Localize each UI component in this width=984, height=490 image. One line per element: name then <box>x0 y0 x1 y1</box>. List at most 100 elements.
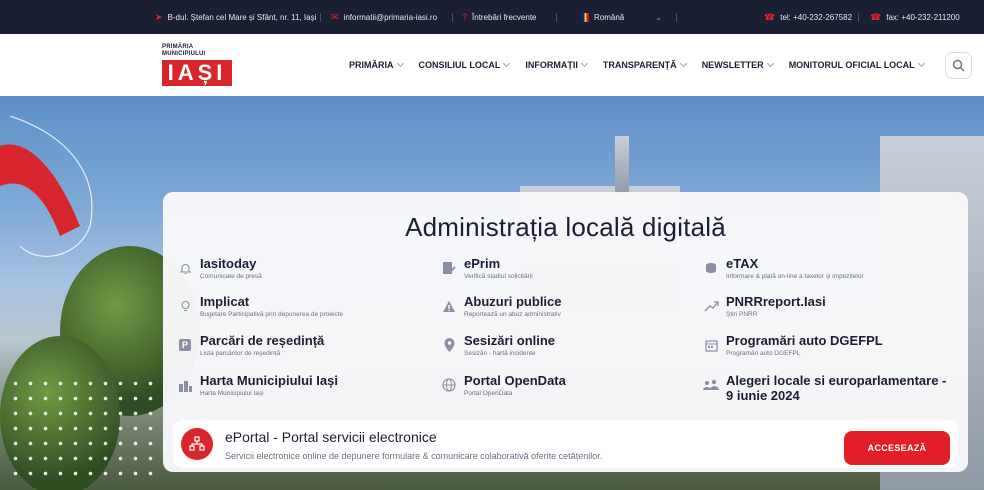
nav-label: MONITORUL OFICIAL LOCAL <box>788 60 915 70</box>
email-text: informatii@primaria-iasi.ro <box>343 12 438 22</box>
divider <box>452 13 453 22</box>
nav-primaria[interactable]: PRIMĂRIA <box>349 59 404 70</box>
nav-label: TRANSPARENȚĂ <box>602 60 677 70</box>
language-select[interactable]: Română ⌄ <box>582 0 662 34</box>
service-title: Abuzuri publice <box>464 294 562 309</box>
service-eprim[interactable]: ePrim Verifică stadiul solicitării <box>441 256 533 280</box>
phone-icon: ☎ <box>764 11 776 22</box>
service-implicat[interactable]: Implicat Bugetare Participativă prin depu… <box>177 294 343 318</box>
lightbulb-icon <box>177 298 193 314</box>
service-subtitle: Știri PNRR <box>726 311 758 318</box>
city-icon <box>177 377 193 393</box>
globe-icon <box>441 377 457 393</box>
service-pnrr[interactable]: PNRRreport.Iasi Știri PNRR <box>703 294 826 318</box>
service-abuzuri[interactable]: Abuzuri publice Reportează un abuz admini… <box>441 294 562 318</box>
fax-icon: ☎ <box>870 11 882 22</box>
access-button[interactable]: ACCESEAZĂ <box>844 431 950 465</box>
red-brush-decoration <box>0 116 93 257</box>
card-title: Administrația locală digitală <box>405 212 726 242</box>
people-icon <box>703 377 719 393</box>
bell-icon <box>177 260 193 276</box>
service-harta[interactable]: Harta Municipiului Iași Harta Municipiulu… <box>177 373 338 397</box>
network-icon <box>181 428 213 460</box>
service-title: Implicat <box>200 294 250 309</box>
service-title: Iasitoday <box>200 256 257 271</box>
service-alegeri[interactable]: Alegeri locale si europarlamentare - 9 i… <box>703 373 953 403</box>
address-text: B-dul. Ștefan cel Mare și Sfânt, nr. 11,… <box>167 12 317 22</box>
service-parcari[interactable]: P Parcări de reședință Lista parcărilor d… <box>177 333 324 357</box>
nav-label: INFORMAȚII <box>525 60 578 70</box>
language-text: Română <box>594 12 625 22</box>
logo-line2: MUNICIPIULUI <box>162 51 206 57</box>
chevron-down-icon <box>917 59 925 68</box>
service-title: Parcări de reședință <box>200 333 325 348</box>
service-subtitle: Lista parcărilor de reședință <box>200 350 281 357</box>
nav-transparenta[interactable]: TRANSPARENȚĂ <box>602 59 687 70</box>
nav-label: NEWSLETTER <box>701 60 764 70</box>
dot-pattern-decoration <box>8 376 158 486</box>
main-header: PRIMĂRIA MUNICIPIULUI IAȘI PRIMĂRIA CONS… <box>0 34 984 96</box>
service-subtitle: Portal OpenData <box>464 390 513 397</box>
coins-icon <box>703 260 719 276</box>
service-programari[interactable]: Programări auto DGEFPL Programări auto DG… <box>703 333 883 357</box>
nav-consiliul-local[interactable]: CONSILIUL LOCAL <box>418 59 511 70</box>
divider <box>676 13 677 22</box>
service-etax[interactable]: eTAX Informare & plată on-line a taxelor … <box>703 256 864 280</box>
location-arrow-icon: ➤ <box>155 11 163 22</box>
chevron-down-icon <box>580 59 588 68</box>
divider <box>556 13 557 22</box>
nav-monitorul-oficial[interactable]: MONITORUL OFICIAL LOCAL <box>788 59 925 70</box>
chevron-down-icon <box>766 59 774 68</box>
service-title: PNRRreport.Iasi <box>726 294 826 309</box>
service-subtitle: Verifică stadiul solicitării <box>464 273 533 280</box>
search-button[interactable] <box>945 52 972 79</box>
service-subtitle: Informare & plată on-line a taxelor și i… <box>726 273 864 280</box>
calendar-icon <box>703 337 719 353</box>
nav-label: CONSILIUL LOCAL <box>418 60 501 70</box>
eportal-banner: ePortal - Portal servicii electronice Se… <box>173 420 958 468</box>
service-subtitle: Harta Municipiului Iași <box>200 390 264 397</box>
portal-subtitle: Servicii electronice online de depunere … <box>225 451 603 461</box>
parking-icon: P <box>177 337 193 353</box>
chevron-down-icon <box>396 59 404 68</box>
divider <box>320 13 321 22</box>
portal-title: ePortal - Portal servicii electronice <box>225 429 437 445</box>
service-opendata[interactable]: Portal OpenData Portal OpenData <box>441 373 566 397</box>
service-iasitoday[interactable]: Iasitoday Comunicate de presă <box>177 256 262 280</box>
service-subtitle: Bugetare Participativă prin depunerea de… <box>200 311 344 318</box>
service-title: Programări auto DGEFPL <box>726 333 883 348</box>
nav-newsletter[interactable]: NEWSLETTER <box>701 59 774 70</box>
logo[interactable]: PRIMĂRIA MUNICIPIULUI IAȘI <box>162 44 232 86</box>
palace-spire <box>615 136 629 196</box>
phone-text: tel: +40-232-267582 <box>780 12 853 22</box>
phone-link[interactable]: ☎ tel: +40-232-267582 <box>764 0 852 34</box>
top-bar: ➤ B-dul. Ștefan cel Mare și Sfânt, nr. 1… <box>0 0 984 34</box>
service-subtitle: Comunicate de presă <box>200 273 262 280</box>
nav-informatii[interactable]: INFORMAȚII <box>525 59 588 70</box>
romania-flag-icon <box>582 12 589 22</box>
warning-icon <box>441 298 457 314</box>
service-title: eTAX <box>726 256 759 271</box>
service-title: Harta Municipiului Iași <box>200 373 338 388</box>
logo-line1: PRIMĂRIA <box>162 44 194 50</box>
chevron-down-icon <box>679 59 687 68</box>
question-icon: ? <box>462 12 468 22</box>
logo-wordmark: IAȘI <box>162 60 232 86</box>
service-title: Sesizări online <box>464 333 556 348</box>
address-link[interactable]: ➤ B-dul. Ștefan cel Mare și Sfânt, nr. 1… <box>155 0 316 34</box>
service-title: Alegeri locale si europarlamentare - 9 i… <box>726 373 947 403</box>
chevron-down-icon <box>503 59 511 68</box>
fax-text: fax: +40-232-211200 <box>886 12 960 22</box>
email-link[interactable]: ✉ informatii@primaria-iasi.ro <box>331 0 437 34</box>
faq-link[interactable]: ? Întrebări frecvente <box>462 0 537 34</box>
fax-link[interactable]: ☎ fax: +40-232-211200 <box>870 0 960 34</box>
service-sesizari[interactable]: Sesizări online Sesizări - hartă incident… <box>441 333 555 357</box>
nav-label: PRIMĂRIA <box>349 60 394 70</box>
trend-icon <box>703 298 719 314</box>
divider <box>858 13 859 22</box>
map-pin-icon <box>441 337 457 353</box>
chevron-down-icon: ⌄ <box>655 12 662 22</box>
service-subtitle: Programări auto DGEFPL <box>726 350 801 357</box>
search-icon <box>952 59 965 72</box>
service-title: Portal OpenData <box>464 373 566 388</box>
